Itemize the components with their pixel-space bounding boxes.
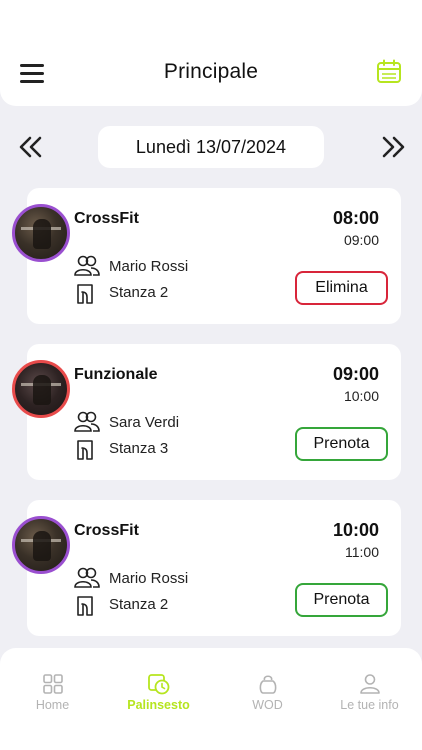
- book-button[interactable]: Prenota: [295, 583, 388, 617]
- class-name: CrossFit: [74, 210, 139, 227]
- room-name: Stanza 3: [109, 440, 169, 457]
- date-selector[interactable]: Lunedì 13/07/2024: [98, 126, 324, 168]
- trainer-icon: [74, 411, 100, 432]
- end-time: 09:00: [343, 232, 379, 248]
- book-button[interactable]: Prenota: [295, 427, 388, 461]
- top-header: Principale: [0, 0, 422, 106]
- room-icon: [77, 596, 93, 616]
- trainer-name: Sara Verdi: [109, 414, 180, 431]
- end-time: 10:00: [343, 388, 379, 404]
- user-icon: [359, 674, 380, 694]
- calendar-icon[interactable]: [376, 59, 402, 85]
- tab-le-tue-info[interactable]: Le tue info: [317, 648, 422, 728]
- start-time: 08:00: [332, 208, 379, 228]
- class-name: CrossFit: [74, 522, 139, 539]
- room-name: Stanza 2: [109, 596, 169, 613]
- delete-booking-button[interactable]: Elimina: [295, 271, 388, 305]
- grid-icon: [42, 674, 63, 694]
- bottom-nav: Home Palinsesto WOD Le tue info: [0, 648, 422, 750]
- class-avatar: [12, 360, 70, 418]
- class-card[interactable]: CrossFit 08:00 09:00 Mario Rossi Stanza …: [27, 188, 401, 324]
- trainer-name: Mario Rossi: [109, 258, 189, 275]
- class-avatar: [12, 204, 70, 262]
- room-name: Stanza 2: [109, 284, 169, 301]
- room-icon: [77, 440, 93, 460]
- kettlebell-icon: [259, 675, 276, 694]
- schedule-icon: [147, 674, 169, 695]
- class-name: Funzionale: [74, 366, 158, 383]
- previous-day-icon[interactable]: [18, 134, 44, 160]
- tab-label: Home: [35, 698, 70, 712]
- tab-wod[interactable]: WOD: [215, 648, 320, 728]
- trainer-icon: [74, 567, 100, 588]
- start-time: 09:00: [332, 364, 379, 384]
- trainer-name: Mario Rossi: [109, 570, 189, 587]
- page-title: Principale: [163, 60, 259, 83]
- class-card[interactable]: CrossFit 10:00 11:00 Mario Rossi Stanza …: [27, 500, 401, 636]
- class-avatar: [12, 516, 70, 574]
- end-time: 11:00: [345, 544, 379, 560]
- tab-label: Palinsesto: [127, 698, 190, 712]
- start-time: 10:00: [332, 520, 379, 540]
- next-day-icon[interactable]: [380, 134, 406, 160]
- trainer-icon: [74, 255, 100, 276]
- tab-home[interactable]: Home: [0, 648, 105, 728]
- class-card[interactable]: Funzionale 09:00 10:00 Sara Verdi Stanza…: [27, 344, 401, 480]
- room-icon: [77, 284, 93, 304]
- tab-palinsesto[interactable]: Palinsesto: [106, 648, 211, 728]
- tab-label: WOD: [252, 698, 283, 712]
- tab-label: Le tue info: [340, 698, 399, 712]
